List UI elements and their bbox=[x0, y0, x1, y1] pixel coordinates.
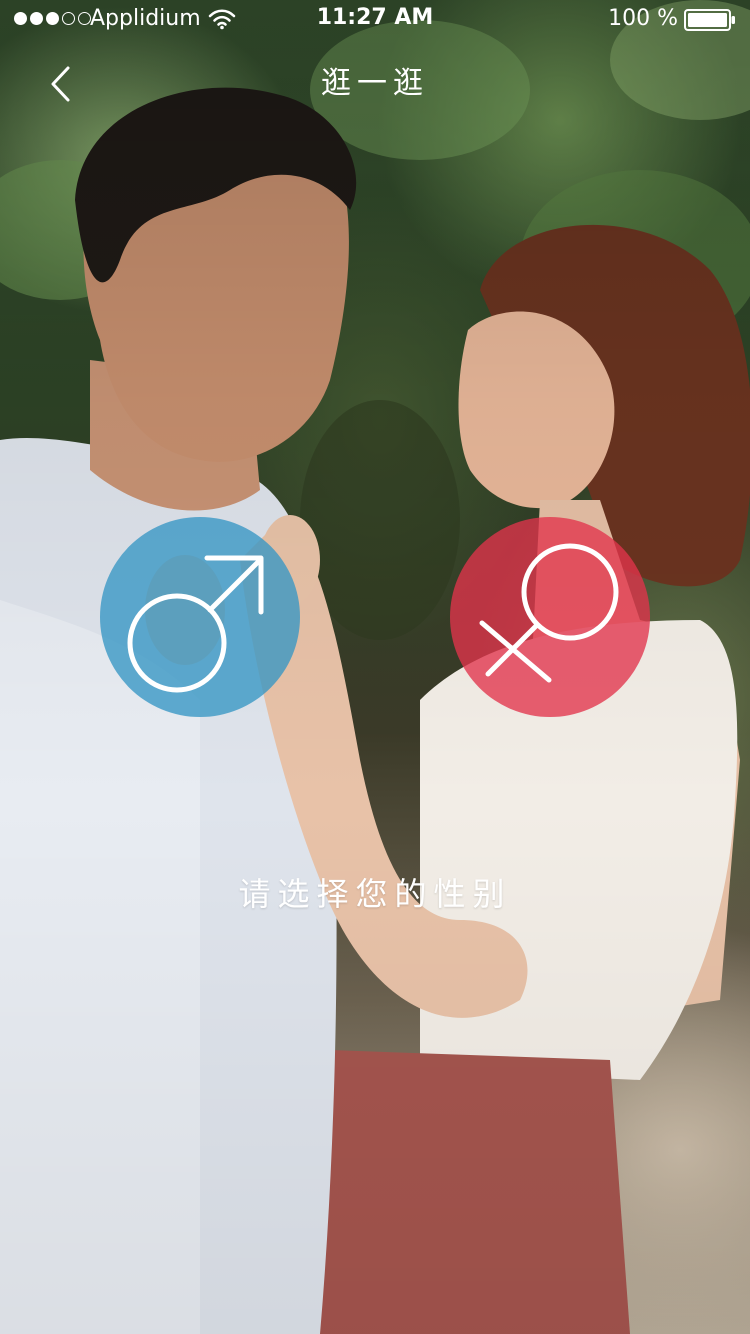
female-symbol-icon bbox=[479, 543, 619, 683]
gender-prompt-text: 请选择您的性别 bbox=[238, 875, 512, 913]
battery-percentage: 100 % bbox=[608, 6, 678, 31]
gender-select-screen: Applidium 11:27 AM 100 % 逛一逛 请选择您的性别 bbox=[0, 0, 750, 1334]
page-title: 逛一逛 bbox=[321, 66, 429, 101]
female-option-button[interactable] bbox=[450, 517, 650, 717]
male-symbol-icon bbox=[127, 555, 264, 693]
status-bar: Applidium 11:27 AM 100 % bbox=[0, 0, 750, 40]
navigation-bar: 逛一逛 bbox=[0, 40, 750, 128]
battery-icon bbox=[684, 9, 736, 37]
male-option-button[interactable] bbox=[100, 517, 300, 717]
